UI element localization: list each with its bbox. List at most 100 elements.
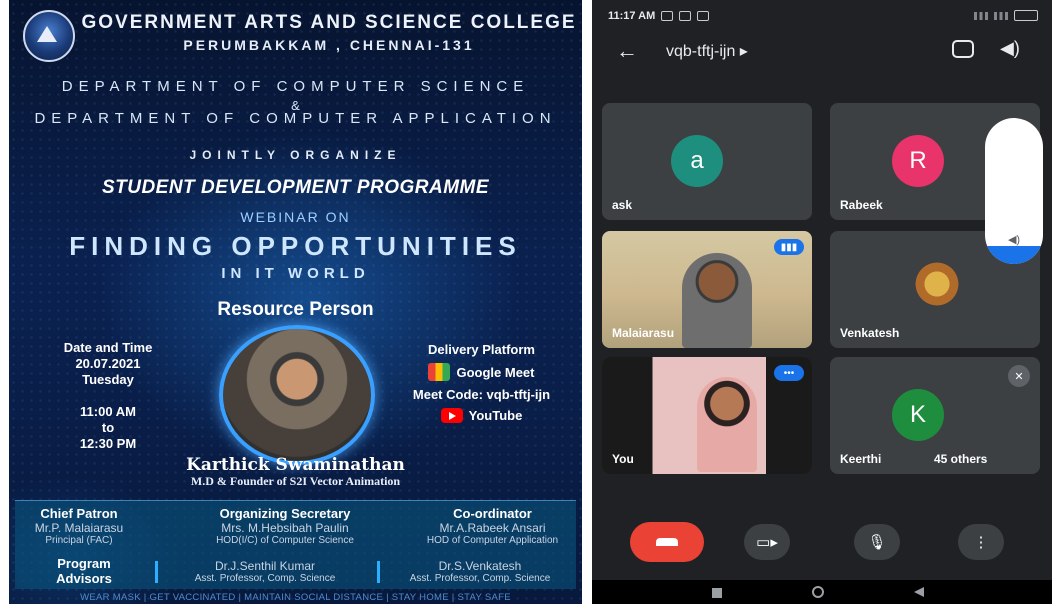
advisor-2: Dr.S.Venkatesh Asst. Professor, Comp. Sc… [385,559,575,584]
webinar-poster: GOVERNMENT ARTS AND SCIENCE COLLEGE PERU… [9,0,582,604]
speaker-name: Karthick Swaminathan [186,455,405,475]
time-end: 12:30 PM [79,436,137,451]
divider-bar [377,561,380,583]
advisor2-name: Dr.S.Venkatesh [438,559,522,573]
participant-tile[interactable]: ✕ K Keerthi 45 others [830,357,1040,474]
signal-icon [994,11,1008,20]
delivery-label: Delivery Platform [428,342,535,357]
participant-tile[interactable]: ▮▮▮ Malaiarasu [602,231,812,348]
college-name: GOVERNMENT ARTS AND SCIENCE COLLEGE [81,12,577,33]
notification-icon [661,11,674,21]
meet-code-text: Meet Code: vqb-tftj-ijn [412,387,551,402]
others-count[interactable]: 45 others [926,450,996,468]
self-view-tile[interactable]: ••• You [602,357,812,474]
webinar-on: WEBINAR ON [240,209,351,225]
google-meet-icon [428,363,451,381]
camera-button[interactable]: ▭▸ [744,524,790,560]
switch-camera-icon[interactable] [952,40,974,58]
microphone-button[interactable]: 🎙 [854,524,900,560]
date-time-block: Date and Time 20.07.2021 Tuesday 11:00 A… [33,340,183,452]
resource-person-title: Resource Person [217,299,374,320]
org-secretary-role: HOD(I/C) of Computer Science [216,535,354,546]
participant-name: Venkatesh [840,326,900,340]
topic-line-1: FINDING OPPORTUNITIES [69,231,522,261]
participant-avatar: K [892,389,944,441]
department-1: DEPARTMENT OF COMPUTER SCIENCE [61,78,530,95]
advisor1-role: Asst. Professor, Comp. Science [194,573,336,584]
chief-patron-title: Chief Patron [40,506,118,521]
speaking-indicator-icon: ▮▮▮ [774,239,804,255]
youtube-row: YouTube [389,408,574,423]
time-start: 11:00 AM [80,404,136,419]
coordinator-name: Mr.A.Rabeek Ansari [439,521,546,535]
coordinator-role: HOD of Computer Application [426,535,559,546]
video-camera-icon: ▭▸ [756,534,778,551]
back-icon[interactable] [914,587,924,597]
advisor-1: Dr.J.Senthil Kumar Asst. Professor, Comp… [165,559,365,584]
meeting-code[interactable]: vqb-tftj-ijn ▸ [666,41,748,61]
advisor2-role: Asst. Professor, Comp. Science [409,573,551,584]
battery-icon [1014,10,1038,21]
delivery-block: Delivery Platform Google Meet Meet Code:… [389,342,574,423]
speaking-indicator-icon: ••• [774,365,804,381]
status-bar-right [974,10,1038,21]
hang-up-icon [656,538,678,546]
chief-patron-name: Mr.P. Malaiarasu [34,521,124,535]
participant-name: You [612,452,634,466]
android-nav-bar [592,580,1052,604]
programme-title: STUDENT DEVELOPMENT PROGRAMME [101,177,490,198]
time-to: to [101,420,115,435]
chief-patron-role: Principal (FAC) [45,535,113,546]
more-options-button[interactable]: ⋮ [958,524,1004,560]
mic-off-icon: ✕ [1008,365,1030,387]
college-city: PERUMBAKKAM , CHENNAI-131 [183,37,475,53]
advisors-title-1: Program [57,556,111,571]
college-logo-icon [23,10,75,62]
volume-speaker-icon: ◀) [1007,234,1021,246]
youtube-icon [440,408,463,423]
more-vertical-icon: ⋮ [973,534,989,551]
platform-youtube: YouTube [468,408,523,423]
participant-figure [682,253,752,348]
status-time: 11:17 AM [608,10,656,22]
participant-name: Keerthi [840,452,882,466]
microphone-icon: 🎙 [867,534,887,551]
event-day: Tuesday [82,372,134,387]
volume-slider[interactable]: ◀) [985,118,1043,264]
speaker-icon[interactable]: ◀) [1000,38,1020,59]
participant-name: Malaiarasu [612,326,675,340]
coordinator-title: Co-ordinator [453,506,532,521]
topic-line-2: IN IT WORLD [221,265,370,282]
participant-avatar: R [892,135,944,187]
participant-figure [697,377,757,472]
event-date: 20.07.2021 [75,356,141,371]
meet-screen: 11:17 AM ← vqb-tftj-ijn ▸ ◀) a ask R Rab… [592,0,1052,604]
coordinator: Co-ordinator Mr.A.Rabeek Ansari HOD of C… [410,506,575,546]
participant-name: Rabeek [840,198,883,212]
google-meet-row: Google Meet [389,363,574,381]
chief-patron: Chief Patron Mr.P. Malaiarasu Principal … [19,506,139,546]
program-advisors: Program Advisors [29,556,139,586]
speaker-designation: M.D & Founder of S2I Vector Animation [190,474,401,488]
advisor1-name: Dr.J.Senthil Kumar [214,559,316,573]
recents-icon[interactable] [712,588,722,598]
divider-bar [155,561,158,583]
volume-fill [985,246,1043,264]
signal-icon [974,11,988,20]
organizing-secretary: Organizing Secretary Mrs. M.Hebsibah Pau… [185,506,385,546]
participant-avatar: a [671,135,723,187]
back-arrow-icon[interactable]: ← [616,38,638,64]
home-icon[interactable] [812,586,824,598]
end-call-button[interactable] [630,522,704,562]
whatsapp-icon [697,11,710,21]
committee-panel: Chief Patron Mr.P. Malaiarasu Principal … [15,500,576,589]
org-secretary-title: Organizing Secretary [219,506,351,521]
speaker-photo [219,325,375,465]
advisors-title-2: Advisors [56,571,112,586]
safety-footer: WEAR MASK | GET VACCINATED | MAINTAIN SO… [80,592,511,603]
participant-tile[interactable]: a ask [602,103,812,220]
message-icon [679,11,692,21]
jointly-organize: JOINTLY ORGANIZE [189,148,402,162]
participant-picture [912,259,962,309]
date-time-label: Date and Time [63,340,153,355]
